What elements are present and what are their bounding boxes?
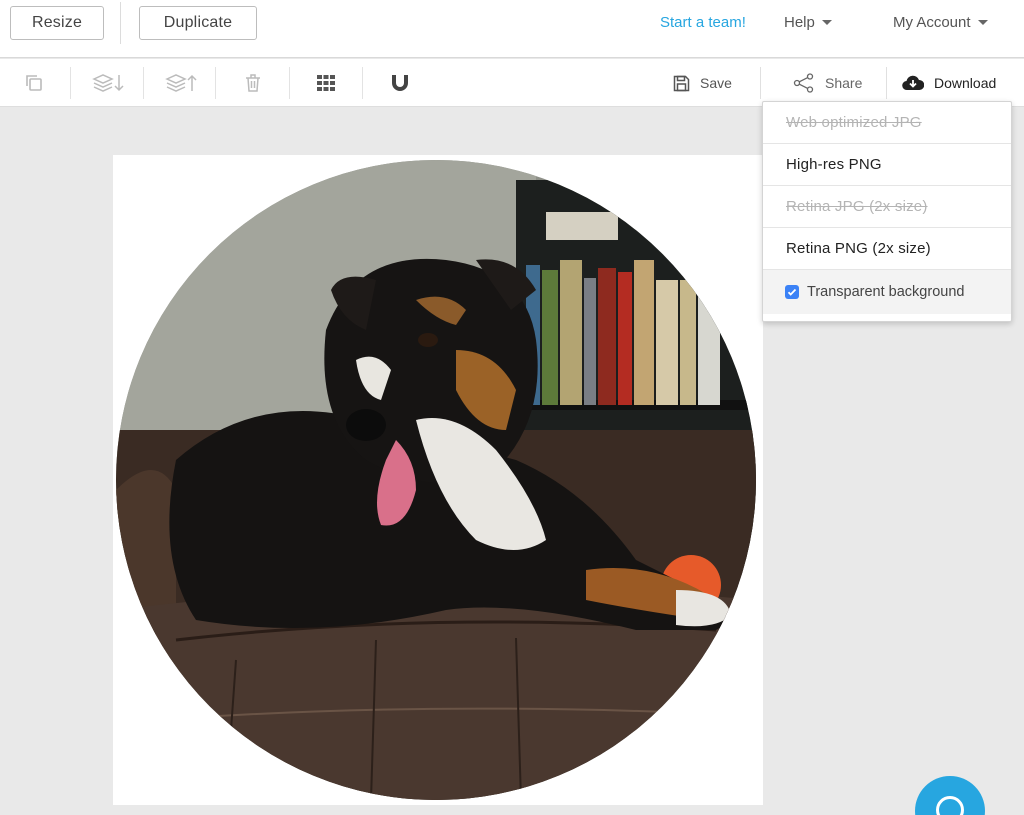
transparent-background-label: Transparent background xyxy=(807,284,965,300)
save-icon xyxy=(673,75,690,91)
chevron-down-icon xyxy=(821,20,832,25)
chat-icon xyxy=(936,796,964,815)
chat-button[interactable] xyxy=(915,776,985,815)
menu-item-web-jpg: Web optimized JPG xyxy=(763,102,1011,144)
top-bar: Resize Duplicate Start a team! Help My A… xyxy=(0,0,1024,58)
account-menu[interactable]: My Account xyxy=(893,14,988,31)
duplicate-button[interactable]: Duplicate xyxy=(139,6,257,40)
save-label: Save xyxy=(700,75,732,91)
magnet-icon[interactable] xyxy=(380,67,420,99)
trash-icon[interactable] xyxy=(233,67,273,99)
share-icon xyxy=(793,73,814,93)
divider xyxy=(120,2,121,44)
menu-item-highres-png[interactable]: High-res PNG xyxy=(763,144,1011,186)
transparent-background-toggle[interactable]: Transparent background xyxy=(763,270,1011,314)
cloud-download-icon xyxy=(902,75,924,91)
share-button[interactable]: Share xyxy=(793,67,862,99)
chevron-down-icon xyxy=(977,20,988,25)
layer-up-icon[interactable] xyxy=(160,67,200,99)
dog-photo[interactable] xyxy=(116,160,756,800)
start-team-link[interactable]: Start a team! xyxy=(660,14,746,31)
help-label: Help xyxy=(784,14,815,31)
menu-item-retina-png[interactable]: Retina PNG (2x size) xyxy=(763,228,1011,270)
layer-down-icon[interactable] xyxy=(87,67,127,99)
menu-item-retina-jpg: Retina JPG (2x size) xyxy=(763,186,1011,228)
share-label: Share xyxy=(825,75,863,91)
save-button[interactable]: Save xyxy=(673,67,732,99)
download-button[interactable]: Download xyxy=(902,67,996,99)
resize-button[interactable]: Resize xyxy=(10,6,104,40)
help-menu[interactable]: Help xyxy=(784,14,832,31)
download-menu: Web optimized JPG High-res PNG Retina JP… xyxy=(762,101,1012,322)
design-canvas[interactable] xyxy=(113,155,763,805)
checkbox-checked-icon[interactable] xyxy=(785,285,799,299)
grid-icon[interactable] xyxy=(306,67,346,99)
copy-icon[interactable] xyxy=(14,67,54,99)
toolbar: Save Share Download xyxy=(0,59,1024,107)
download-label: Download xyxy=(934,75,997,91)
account-label: My Account xyxy=(893,14,971,31)
